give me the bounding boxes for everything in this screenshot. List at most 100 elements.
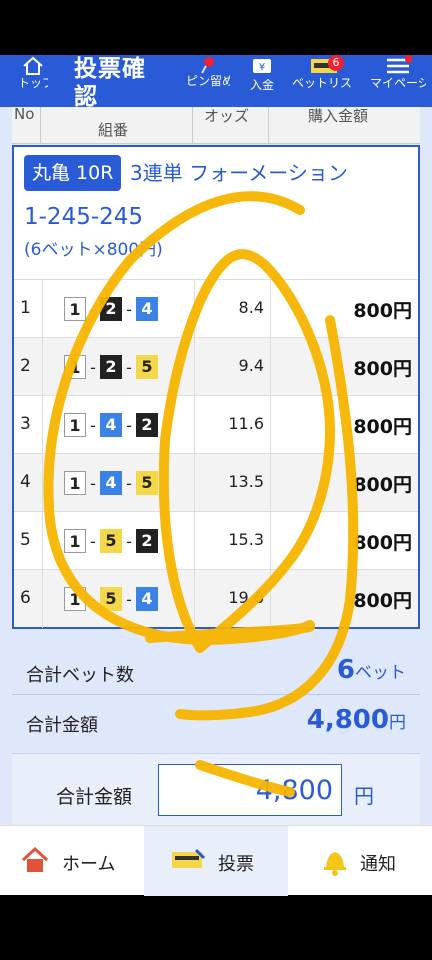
bet-detail: (6ベット×800円) (24, 240, 163, 260)
boat-chip: 5 (136, 471, 158, 495)
app-header: トップ 投票確認 ピン留め ¥ 入金 6 ベットリスト マイページ (0, 55, 432, 110)
table-row: 2 1-2-5 9.4 800円 (14, 337, 418, 396)
house-icon (21, 846, 49, 872)
combo-chips: 1-4-2 (64, 412, 158, 438)
row-divider (270, 512, 271, 570)
col-odds: オッズ (204, 107, 250, 125)
nav-vote[interactable]: 投票 (144, 826, 288, 896)
row-amount: 800円 (353, 416, 412, 438)
content-area: No 組番 オッズ 購入金額 丸亀 10R 3連単 フォーメーション 1-245… (0, 105, 432, 825)
col-divider (192, 107, 193, 144)
boat-chip: 5 (136, 355, 158, 379)
page-title: 投票確認 (74, 56, 146, 110)
boat-chip: 1 (64, 529, 86, 553)
bet-card: 丸亀 10R 3連単 フォーメーション 1-245-245 (6ベット×800円… (12, 145, 420, 629)
nav-notify-label: 通知 (360, 854, 396, 875)
nav-home[interactable]: ホーム (0, 826, 144, 896)
total-bets-row: 合計ベット数 6ベット (12, 647, 420, 695)
boat-chip: 4 (100, 471, 122, 495)
combo-chips: 1-2-5 (64, 354, 158, 380)
menu-icon (387, 55, 412, 74)
bet-rows: 1 1-2-4 8.4 800円 2 1-2-5 9.4 800円 3 1 - … (14, 279, 418, 628)
dash: - (126, 299, 132, 319)
dash: - (90, 415, 96, 435)
boat-chip: 2 (136, 413, 158, 437)
col-no: No (14, 105, 35, 123)
total-amount-row: 合計金額 4,800円 (12, 697, 420, 745)
boat-chip: 1 (64, 587, 86, 611)
deposit-label: 入金 (249, 79, 274, 91)
row-odds: 9.4 (238, 356, 264, 375)
deposit-icon: ¥ (253, 59, 271, 73)
row-no: 5 (20, 530, 31, 550)
table-row: 1 1-2-4 8.4 800円 (14, 279, 418, 338)
row-odds: 13.5 (228, 472, 264, 491)
row-divider (42, 396, 43, 454)
row-divider (270, 396, 271, 454)
total-input-box: 合計金額 円 (12, 753, 420, 825)
dash: - (126, 473, 132, 493)
total-amount-unit: 円 (389, 713, 406, 733)
home-icon (23, 56, 43, 75)
boat-chip: 4 (100, 413, 122, 437)
boat-chip: 1 (64, 471, 86, 495)
row-odds: 8.4 (238, 298, 264, 317)
boat-chip: 1 (64, 355, 86, 379)
pin-button[interactable]: ピン留め (186, 55, 230, 107)
row-no: 1 (20, 298, 31, 318)
boat-chip: 4 (136, 297, 158, 321)
nav-home-label: ホーム (62, 854, 116, 875)
col-amount: 購入金額 (308, 107, 369, 125)
pin-label: ピン留め (186, 75, 230, 87)
row-amount: 800円 (353, 358, 412, 380)
top-button[interactable]: トップ (18, 55, 48, 107)
col-combo: 組番 (98, 121, 129, 139)
ticket-icon (172, 848, 206, 868)
total-bets-label: 合計ベット数 (26, 665, 134, 686)
row-divider (270, 570, 271, 628)
deposit-button[interactable]: ¥ 入金 (242, 55, 282, 107)
total-bets-number: 6 (336, 655, 355, 685)
table-row: 5 1-5-2 15.3 800円 (14, 511, 418, 570)
col-divider (40, 107, 41, 144)
total-input-unit: 円 (354, 784, 374, 808)
column-header: No 組番 オッズ 購入金額 (12, 105, 420, 144)
summary: 合計ベット数 6ベット 合計金額 4,800円 (12, 635, 420, 745)
total-bets-value: 6ベット (337, 655, 406, 685)
dash: - (90, 531, 96, 551)
table-row: 4 1-4-5 13.5 800円 (14, 453, 418, 512)
boat-chip: 2 (100, 355, 122, 379)
nav-vote-label: 投票 (218, 854, 254, 875)
total-input-label: 合計金額 (56, 786, 133, 808)
mypage-label: マイページ (370, 77, 426, 89)
combination: 1-245-245 (24, 204, 144, 230)
pin-icon (201, 57, 214, 74)
total-amount-label: 合計金額 (26, 715, 98, 736)
row-amount: 800円 (353, 474, 412, 496)
total-bets-unit: ベット (355, 663, 406, 683)
total-amount-input[interactable] (158, 764, 342, 816)
row-divider (42, 338, 43, 396)
bet-type: 3連単 フォーメーション (130, 161, 348, 185)
row-no: 6 (20, 588, 31, 608)
total-amount-number: 4,800 (306, 705, 389, 735)
row-divider (270, 280, 271, 338)
betlist-button[interactable]: 6 ベットリスト (292, 55, 356, 107)
boat-chip: 5 (100, 529, 122, 553)
dash: - (126, 357, 132, 377)
nav-notify[interactable]: 通知 (288, 826, 432, 896)
dash: - (126, 531, 132, 551)
dash: - (90, 473, 96, 493)
row-divider (42, 570, 43, 628)
row-divider (270, 454, 271, 512)
row-amount: 800円 (353, 532, 412, 554)
mypage-button[interactable]: マイページ (370, 55, 426, 107)
combo-chips: 1-5-2 (64, 528, 158, 554)
dash: - (90, 589, 96, 609)
row-divider (42, 512, 43, 570)
svg-text:¥: ¥ (259, 62, 265, 73)
boat-chip: 5 (100, 587, 122, 611)
row-amount: 800円 (353, 590, 412, 612)
col-divider (268, 107, 269, 144)
total-amount-value: 4,800円 (307, 705, 406, 735)
